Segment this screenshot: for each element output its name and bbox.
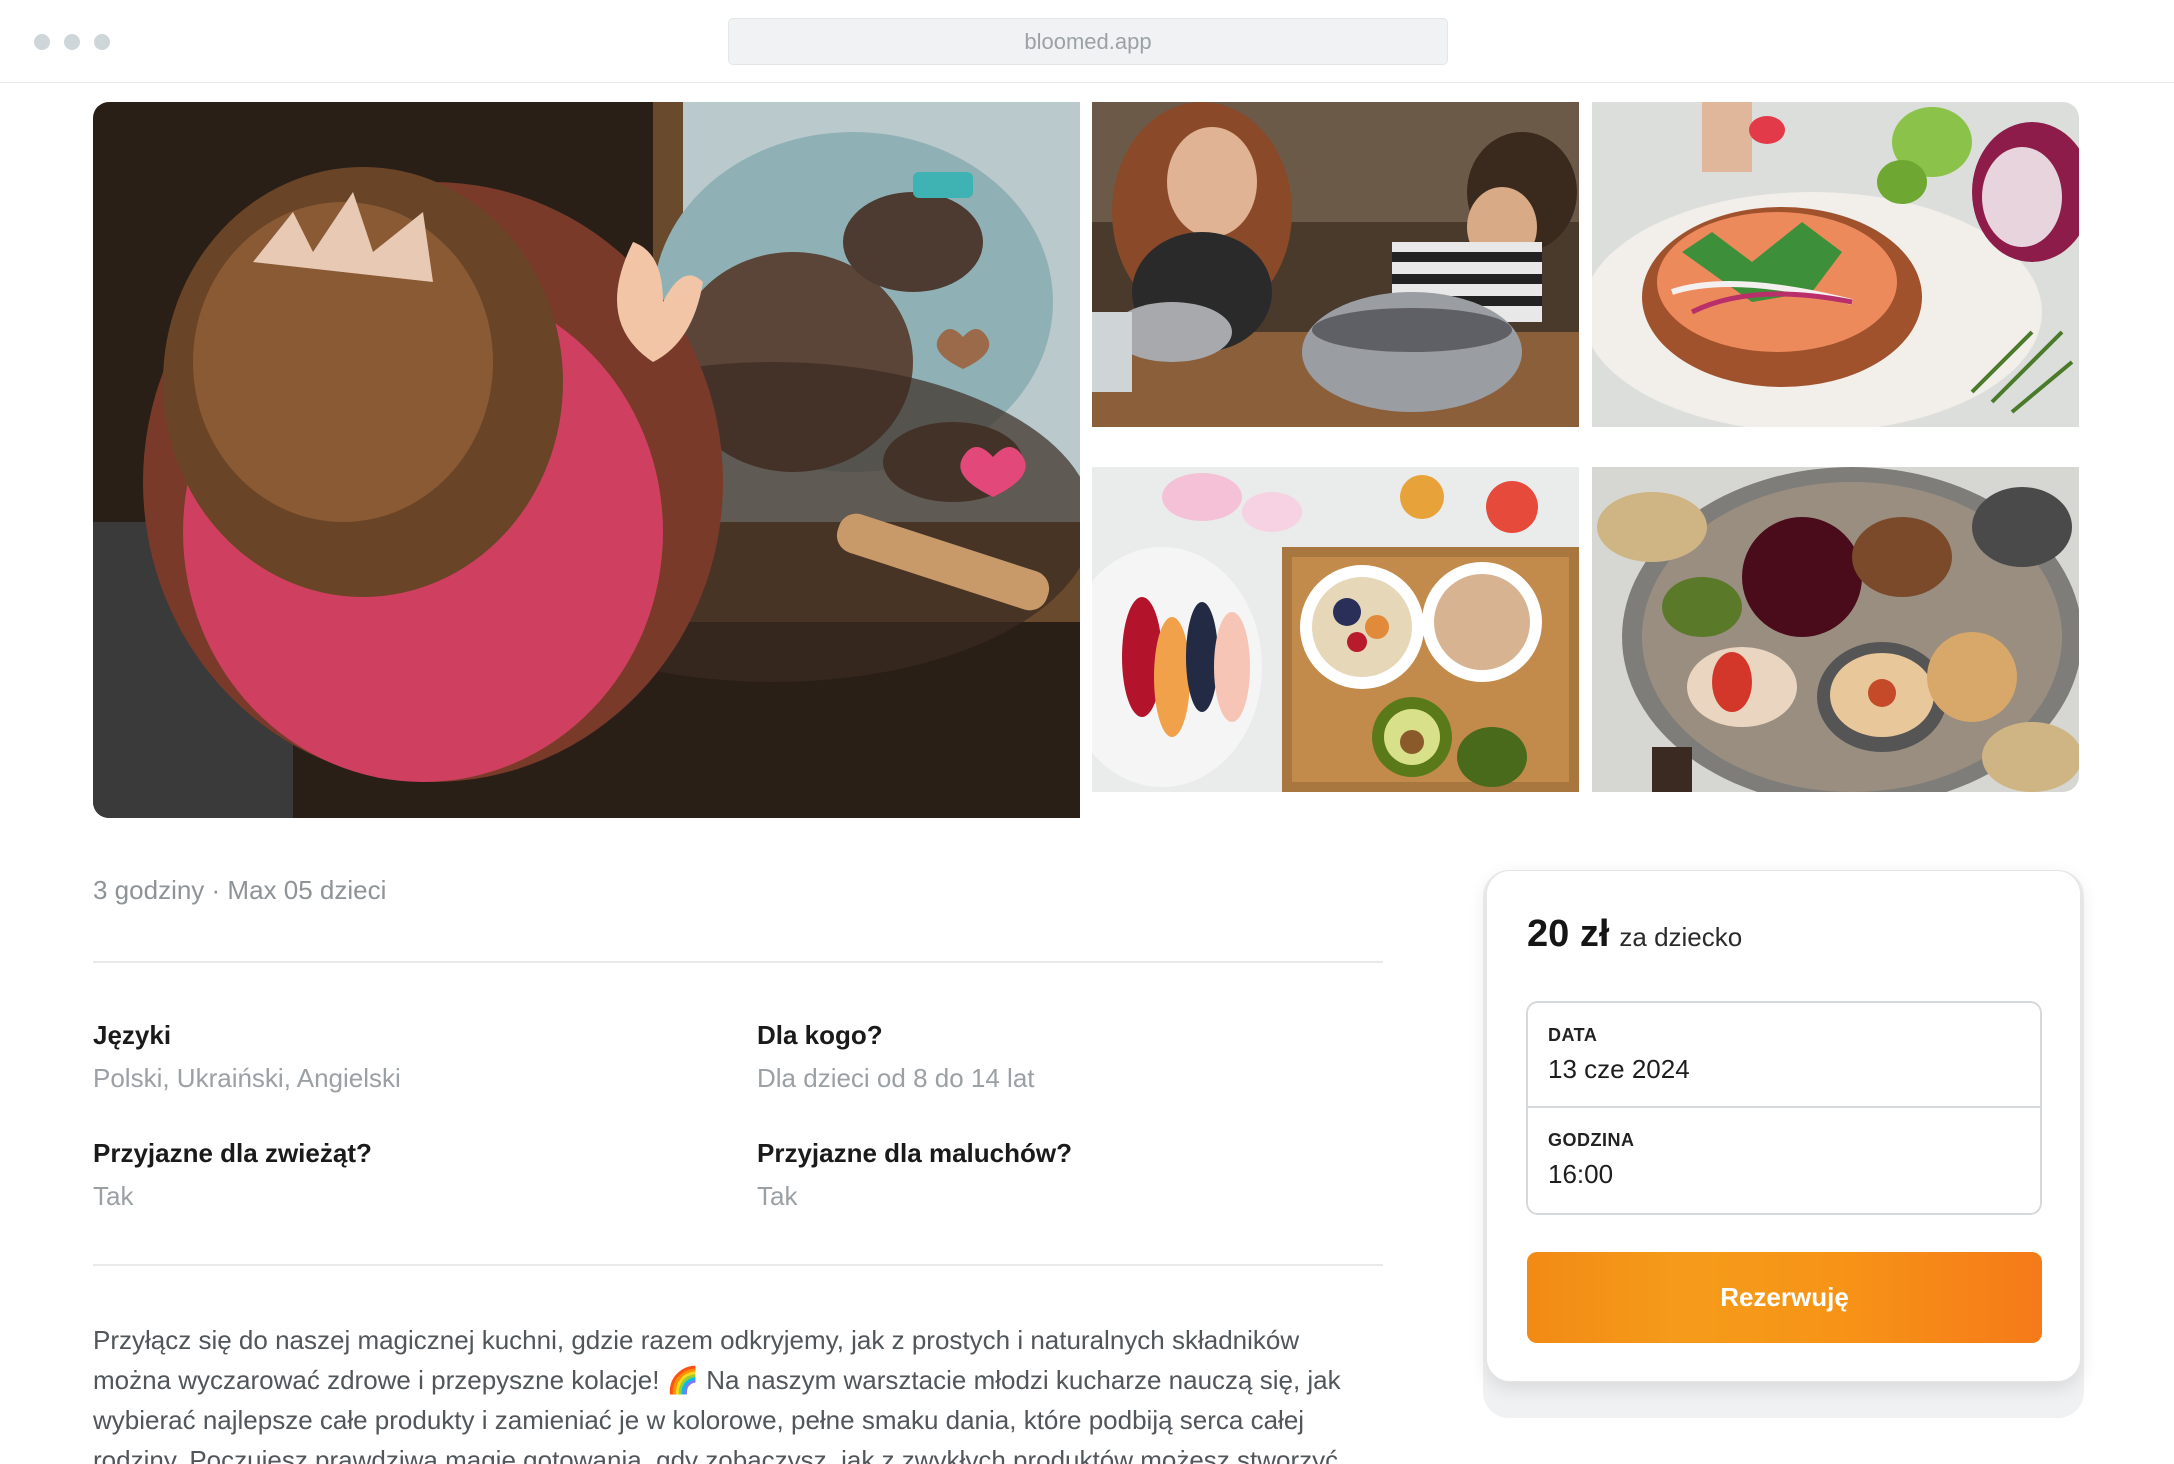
date-value: 13 cze 2024: [1548, 1054, 1690, 1084]
feature-languages: Języki Polski, Ukraiński, Angielski: [93, 1020, 693, 1094]
window-dot-icon[interactable]: [94, 34, 110, 50]
feature-title: Przyjazne dla maluchów?: [757, 1138, 1072, 1168]
time-value: 16:00: [1548, 1159, 1614, 1189]
photo-salmon-toast[interactable]: [1592, 102, 2079, 427]
browser-chrome: bloomed.app: [0, 0, 2174, 83]
photo-kids-mixing-bowls[interactable]: [1092, 102, 1579, 427]
time-label: GODZINA: [1548, 1130, 1635, 1150]
booking-card: 20 zł za dziecko DATA 13 cze 2024 GODZIN…: [1486, 870, 2081, 1382]
price-unit: za dziecko: [1619, 922, 1743, 952]
price-amount: 20 zł: [1527, 913, 1610, 955]
feature-title: Dla kogo?: [757, 1020, 883, 1050]
booking-fields: DATA 13 cze 2024 GODZINA 16:00: [1526, 1001, 2042, 1215]
window-controls: [34, 34, 110, 50]
feature-value: Polski, Ukraiński, Angielski: [93, 1063, 401, 1093]
divider: [93, 1264, 1383, 1266]
photo-gallery: [93, 102, 2079, 818]
photo-child-baking-cookies[interactable]: [93, 102, 1080, 818]
feature-value: Tak: [757, 1181, 798, 1211]
feature-title: Przyjazne dla zwieżąt?: [93, 1138, 372, 1168]
date-field[interactable]: DATA 13 cze 2024: [1528, 1003, 2040, 1108]
date-label: DATA: [1548, 1025, 1598, 1045]
window-dot-icon[interactable]: [34, 34, 50, 50]
feature-toddler-friendly: Przyjazne dla maluchów? Tak: [757, 1138, 1357, 1212]
workshop-description: Przyłącz się do naszej magicznej kuchni,…: [93, 1325, 1341, 1464]
feature-audience: Dla kogo? Dla dzieci od 8 do 14 lat: [757, 1020, 1357, 1094]
feature-title: Języki: [93, 1020, 172, 1050]
feature-value: Dla dzieci od 8 do 14 lat: [757, 1063, 1035, 1093]
reserve-button[interactable]: Rezerwuję: [1527, 1252, 2042, 1343]
address-bar[interactable]: bloomed.app: [728, 18, 1448, 65]
feature-value: Tak: [93, 1181, 134, 1211]
time-field[interactable]: GODZINA 16:00: [1528, 1108, 2040, 1213]
window-dot-icon[interactable]: [64, 34, 80, 50]
workshop-meta: 3 godziny · Max 05 dzieci: [93, 875, 387, 905]
divider: [93, 961, 1383, 963]
photo-breakfast-table[interactable]: [1092, 467, 1579, 792]
price: 20 zł za dziecko: [1527, 913, 1742, 956]
photo-snack-platter[interactable]: [1592, 467, 2079, 792]
feature-pet-friendly: Przyjazne dla zwieżąt? Tak: [93, 1138, 693, 1212]
